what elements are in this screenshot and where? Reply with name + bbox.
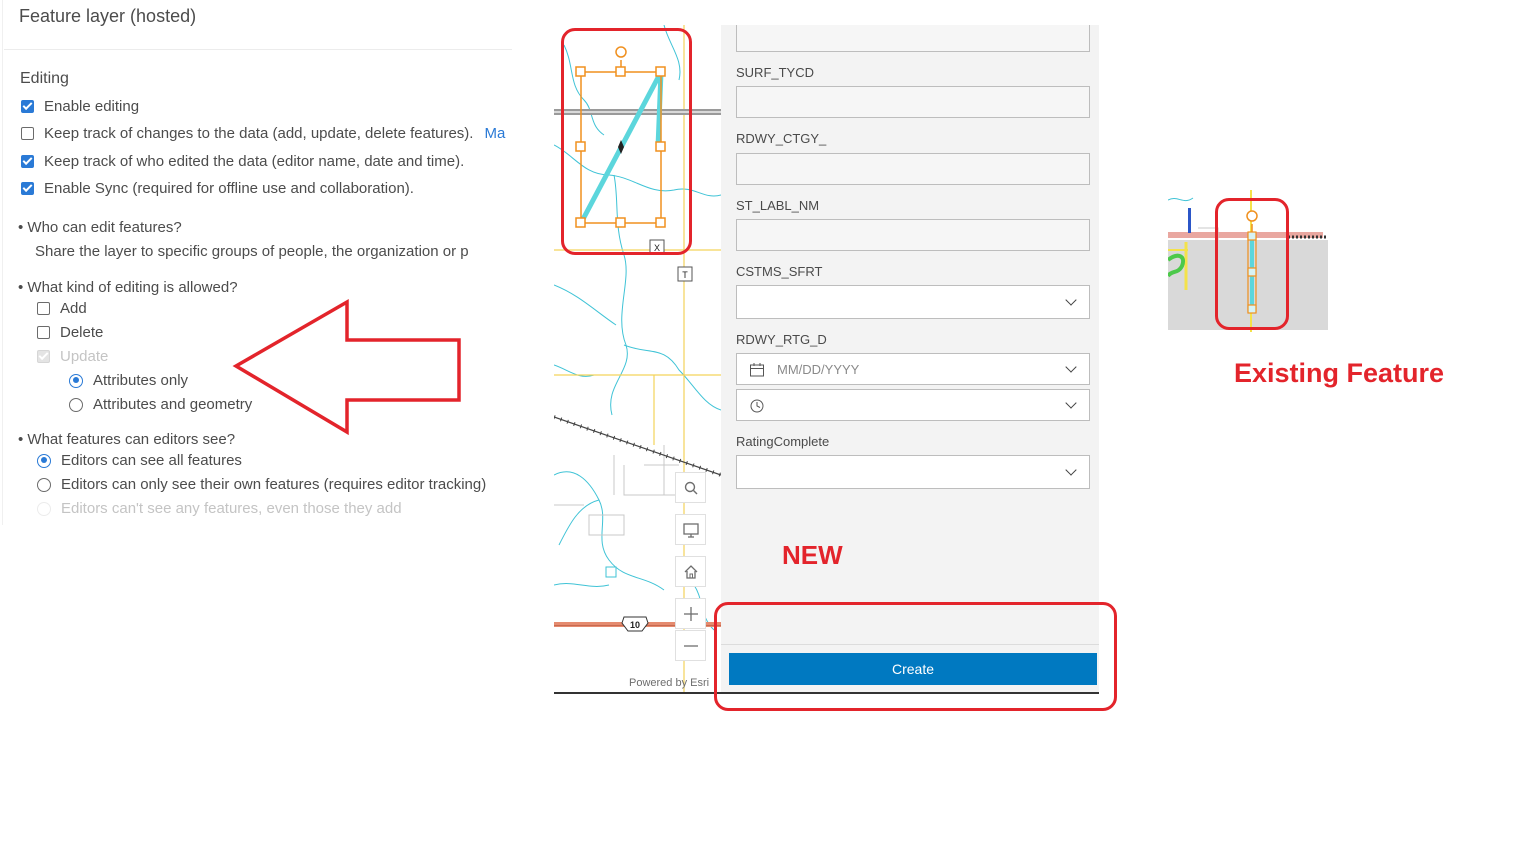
panel-title: Feature layer (hosted) [19,6,197,26]
delete-checkbox[interactable] [37,326,50,339]
kind-heading: • What kind of editing is allowed? [18,279,238,296]
track-changes-option[interactable]: Keep track of changes to the data (add, … [21,125,505,142]
powered-by-attribution[interactable]: Powered by Esri [629,677,721,689]
zoom-in-button[interactable] [675,598,706,629]
see-all-label: Editors can see all features [61,452,242,469]
enable-editing-label: Enable editing [44,98,140,115]
divider [4,49,512,50]
attributes-only-option[interactable]: Attributes only [69,372,188,389]
field-label-cstms-sfrt: CSTMS_SFRT [736,264,823,279]
who-description: Share the layer to specific groups of pe… [35,243,469,260]
see-own-option[interactable]: Editors can only see their own features … [37,476,486,493]
existing-feature-annotation-label: Existing Feature [1234,358,1445,388]
st-labl-nm-input[interactable] [736,219,1090,251]
previous-field-input[interactable] [736,25,1090,52]
editing-heading: Editing [20,70,69,87]
track-editor-option[interactable]: Keep track of who edited the data (edito… [21,153,464,170]
route-shield-label: 10 [630,620,640,630]
enable-editing-checkbox[interactable] [21,100,34,113]
chevron-down-icon [1065,397,1077,409]
chevron-down-icon [1065,464,1077,476]
field-label-st-labl-nm: ST_LABL_NM [736,198,820,213]
panel-edge [2,0,3,525]
add-label: Add [60,300,87,317]
see-none-option: Editors can't see any features, even tho… [37,500,402,517]
attributes-only-label: Attributes only [93,372,189,389]
attributes-geometry-radio[interactable] [69,397,83,412]
track-editor-checkbox[interactable] [21,155,34,168]
delete-option[interactable]: Delete [37,324,103,341]
rating-complete-select[interactable] [736,455,1090,489]
field-label-rating-complete: RatingComplete [736,434,830,449]
existing-feature-highlight [1215,198,1289,330]
track-changes-label: Keep track of changes to the data (add, … [44,125,474,142]
add-option[interactable]: Add [37,300,87,317]
time-picker[interactable] [736,389,1090,421]
chevron-down-icon [1065,294,1077,306]
home-button[interactable] [675,556,706,587]
chevron-down-icon [1065,361,1077,373]
see-all-option[interactable]: Editors can see all features [37,452,242,469]
update-label: Update [60,348,109,365]
attributes-geometry-label: Attributes and geometry [93,396,253,413]
home-icon [684,564,697,579]
clock-icon [750,399,764,413]
track-changes-checkbox[interactable] [21,127,34,140]
who-heading: • Who can edit features? [18,219,182,236]
search-button[interactable] [675,472,706,503]
create-button-highlight [714,602,1117,711]
calendar-icon [750,363,764,377]
see-heading: • What features can editors see? [18,431,236,448]
layer-settings-panel: Feature layer (hosted) Editing Enable ed… [0,0,512,525]
attributes-only-radio[interactable] [69,373,83,388]
enable-sync-label: Enable Sync (required for offline use an… [44,180,414,197]
map-marker-t: T [682,270,688,280]
field-label-surf-tycd: SURF_TYCD [736,65,815,80]
minus-icon [683,644,698,647]
screen-button[interactable] [675,514,706,545]
delete-label: Delete [60,324,104,341]
see-own-label: Editors can only see their own features … [61,476,487,493]
see-all-radio[interactable] [37,453,51,468]
new-annotation-label: NEW [782,540,843,570]
enable-editing-option[interactable]: Enable editing [21,98,139,115]
cstms-sfrt-select[interactable] [736,285,1090,319]
see-own-radio[interactable] [37,477,51,492]
monitor-icon [682,522,699,538]
attributes-geometry-option[interactable]: Attributes and geometry [69,396,252,413]
update-checkbox [37,350,50,363]
manage-link[interactable]: Ma [484,125,505,142]
red-arrow-annotation [232,298,461,436]
see-none-label: Editors can't see any features, even tho… [61,500,402,517]
update-option: Update [37,348,108,365]
date-placeholder: MM/DD/YYYY [777,362,860,377]
field-label-rdwy-ctgy: RDWY_CTGY_ [736,131,827,146]
rdwy-ctgy-input[interactable] [736,153,1090,185]
zoom-out-button[interactable] [675,630,706,661]
see-none-radio [37,501,51,516]
track-editor-label: Keep track of who edited the data (edito… [44,153,465,170]
enable-sync-option[interactable]: Enable Sync (required for offline use an… [21,180,414,197]
new-sketch-highlight [561,28,692,255]
enable-sync-checkbox[interactable] [21,182,34,195]
field-label-rdwy-rtg-d: RDWY_RTG_D [736,332,827,347]
plus-icon [683,606,698,621]
add-checkbox[interactable] [37,302,50,315]
date-picker[interactable]: MM/DD/YYYY [736,353,1090,385]
surf-tycd-input[interactable] [736,86,1090,118]
search-icon [684,481,697,494]
